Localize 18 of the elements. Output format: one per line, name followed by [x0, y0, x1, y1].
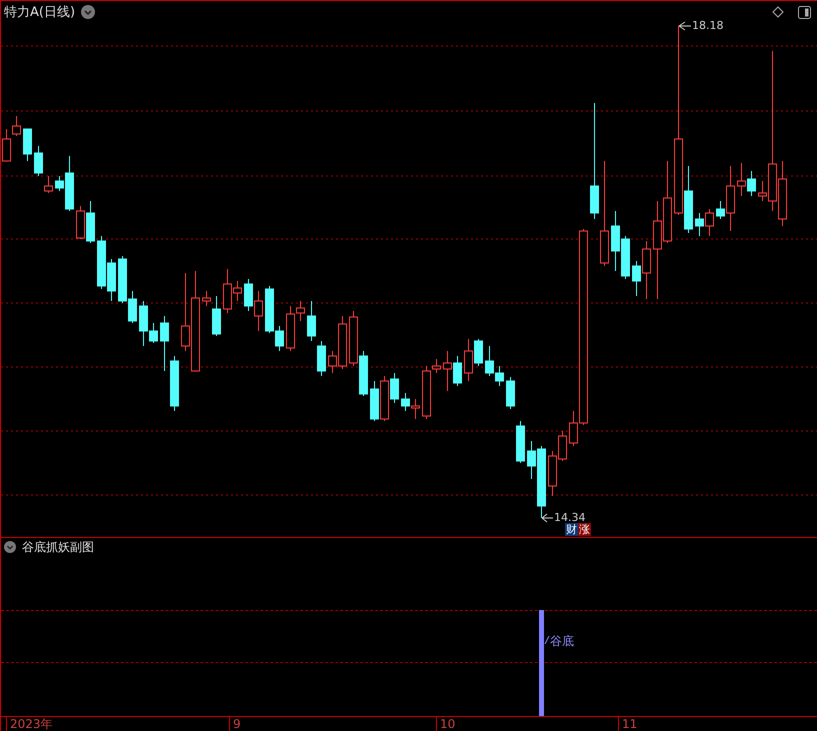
sub-chart-title: 谷底抓妖副图: [22, 538, 94, 556]
leader-line: [542, 514, 554, 522]
dropdown-icon[interactable]: [4, 541, 16, 553]
leader-line: [678, 22, 692, 30]
time-axis-label: 9: [229, 717, 241, 731]
low-price-label: 14.34: [554, 511, 586, 524]
time-axis-label: 10: [436, 717, 456, 731]
time-axis-label: 11: [618, 717, 638, 731]
marker-badge: 涨: [578, 523, 591, 536]
diamond-icon[interactable]: [772, 6, 784, 18]
time-axis-label: 2023年: [6, 717, 53, 731]
leader-line: [544, 636, 550, 644]
dropdown-icon[interactable]: [81, 5, 96, 19]
chart-title: 特力A(日线): [4, 4, 76, 21]
high-price-label: 18.18: [692, 19, 724, 32]
marker-badge: 财: [565, 523, 578, 536]
panel-toggle-icon[interactable]: [798, 6, 811, 18]
signal-label: 谷底: [550, 633, 574, 650]
